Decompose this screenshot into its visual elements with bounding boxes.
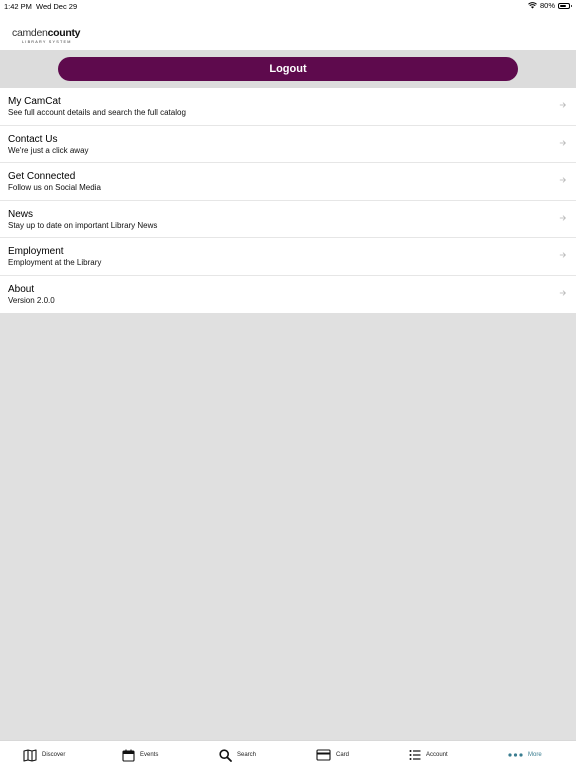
logout-button[interactable]: Logout [58,57,518,81]
tab-label: Search [237,752,257,758]
tab-search[interactable]: Search [219,747,256,763]
menu-item-get-connected[interactable]: Get Connected Follow us on Social Media [0,163,576,201]
library-logo: camdencounty LIBRARY SYSTEM [12,26,82,50]
status-time: 1:42 PM [4,2,32,11]
arrow-right-icon [559,252,566,258]
menu-item-subtitle: Employment at the Library [8,258,102,267]
more-icon [508,753,523,757]
menu-item-title: Get Connected [8,171,76,182]
menu-item-title: News [8,208,34,220]
tab-discover[interactable]: Discover [23,747,65,763]
menu-item-title: My CamCat [8,96,61,107]
menu-item-subtitle: Version 2.0.0 [8,295,55,305]
arrow-right-icon [559,289,566,296]
logout-section: Logout [0,50,576,88]
menu-item-subtitle: Follow us on Social Media [8,183,101,192]
menu-item-news[interactable]: News Stay up to date on important Librar… [0,201,576,238]
status-bar: 1:42 PM Wed Dec 29 80% [0,0,576,12]
battery-percent: 80% [539,1,555,10]
tab-label: Discover [42,752,66,758]
tab-events[interactable]: Events [122,747,158,763]
menu-item-subtitle: Stay up to date on important Library New… [8,220,158,230]
arrow-right-icon [559,214,566,221]
list-icon [409,750,421,760]
menu-item-about[interactable]: About Version 2.0.0 [0,276,576,314]
logo-text-bold: county [47,27,81,39]
arrow-right-icon [559,177,566,183]
menu-item-subtitle: We're just a click away [8,145,89,155]
more-menu: My CamCat See full account details and s… [0,88,576,313]
menu-item-my-camcat[interactable]: My CamCat See full account details and s… [0,88,576,126]
tab-label: Events [140,752,159,758]
wifi-icon [528,2,537,9]
menu-item-title: About [8,283,35,295]
menu-item-title: Employment [8,246,64,257]
menu-item-employment[interactable]: Employment Employment at the Library [0,238,576,276]
calendar-icon [122,749,135,762]
tab-label: Card [336,752,350,758]
tab-bar: Discover Events Search Card Account More [0,740,576,768]
menu-item-title: Contact Us [8,133,58,145]
app-header: camdencounty LIBRARY SYSTEM [0,12,576,50]
tab-label: More [528,752,542,758]
menu-item-contact-us[interactable]: Contact Us We're just a click away [0,126,576,163]
tab-card[interactable]: Card [316,747,349,763]
battery-icon [558,2,572,9]
tab-account[interactable]: Account [409,747,448,763]
search-icon [219,748,232,762]
tab-label: Account [426,752,448,758]
arrow-right-icon [559,102,566,108]
logo-subtext: LIBRARY SYSTEM [22,40,72,44]
status-right: 80% [528,1,572,10]
status-date: Wed Dec 29 [36,2,78,11]
logo-text-light: camden [12,27,48,39]
card-icon [316,749,331,761]
arrow-right-icon [559,139,566,146]
tab-more[interactable]: More [508,747,542,763]
menu-item-subtitle: See full account details and search the … [8,108,186,117]
map-icon [23,748,37,762]
